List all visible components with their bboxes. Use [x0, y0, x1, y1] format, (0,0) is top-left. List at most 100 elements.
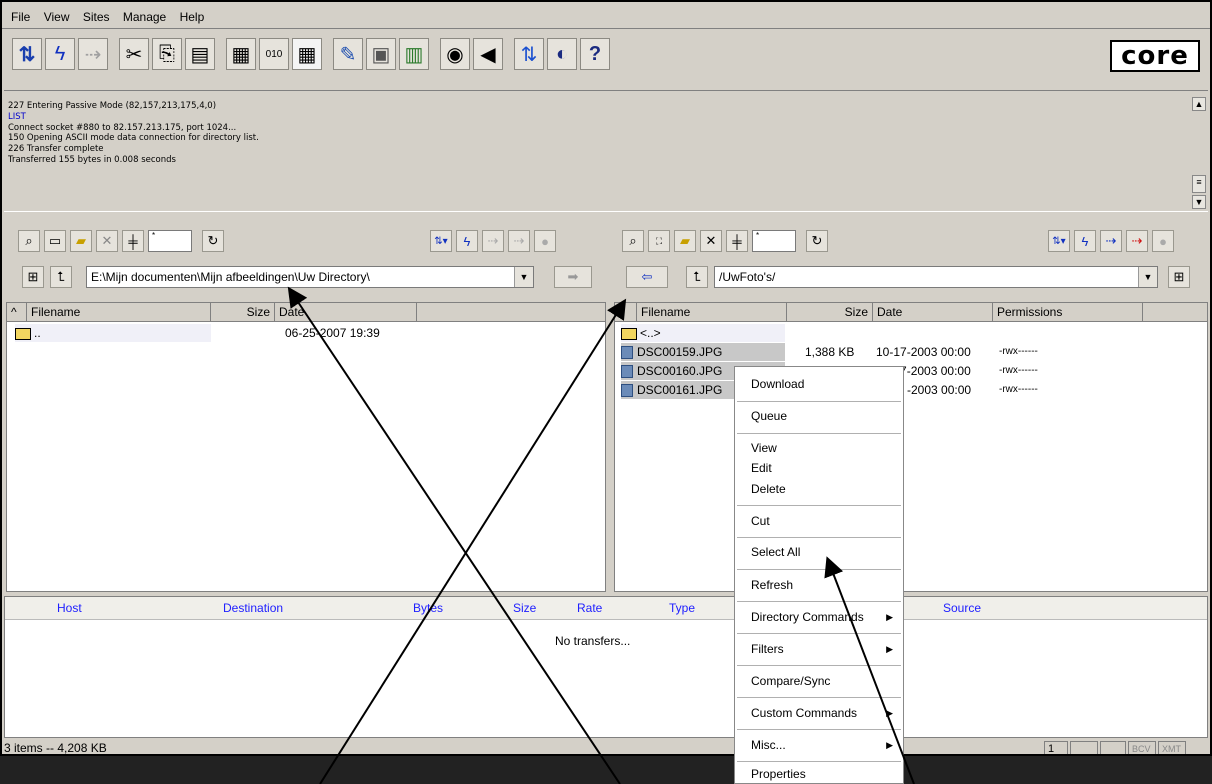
menu-view[interactable]: View — [39, 8, 75, 26]
remote-col-filename[interactable]: Filename — [637, 303, 787, 321]
download-icon[interactable]: ⇢ — [1100, 230, 1122, 252]
binary-mode-icon[interactable]: 010 — [259, 38, 289, 70]
help-icon[interactable]: ? — [580, 38, 610, 70]
submenu-arrow-icon: ▶ — [886, 740, 893, 750]
remote-col-date[interactable]: Date — [873, 303, 993, 321]
local-col-date[interactable]: Date — [275, 303, 417, 321]
view-icon[interactable]: ◉ — [440, 38, 470, 70]
menu-item-download[interactable]: Download — [751, 377, 804, 391]
sound-icon[interactable]: ◀ — [473, 38, 503, 70]
upload-icon[interactable]: ⇢ — [482, 230, 504, 252]
find-icon[interactable]: ⌕ — [622, 230, 644, 252]
remote-path-input[interactable]: /UwFoto's/ ▼ — [714, 266, 1158, 288]
local-up-folder-icon[interactable]: ⮤ — [50, 266, 72, 288]
remote-file-list[interactable]: ^ Filename Size Date Permissions <..> DS… — [614, 302, 1208, 592]
tq-col-bytes[interactable]: Bytes — [413, 601, 443, 615]
menu-item-queue[interactable]: Queue — [751, 409, 787, 423]
table-row[interactable]: .. — [15, 324, 211, 342]
options-icon[interactable]: ◐ — [547, 38, 577, 70]
folder-icon — [621, 327, 637, 340]
site-manager-icon[interactable]: ✎ — [333, 38, 363, 70]
quick-transfer-icon[interactable]: ϟ — [1074, 230, 1096, 252]
plus-icon[interactable]: ╪ — [726, 230, 748, 252]
transfer-queue[interactable]: Host Destination Bytes Size Rate Type So… — [4, 596, 1208, 738]
view-file-icon[interactable]: ▭ — [44, 230, 66, 252]
scroll-up-icon[interactable]: ▲ — [1192, 97, 1206, 111]
local-path-input[interactable]: E:\Mijn documenten\Mijn afbeeldingen\Uw … — [86, 266, 534, 288]
menu-manage[interactable]: Manage — [118, 8, 171, 26]
schedule-icon[interactable]: ▣ — [366, 38, 396, 70]
menu-item-edit[interactable]: Edit — [751, 461, 772, 475]
upload-all-icon[interactable]: ⇢ — [508, 230, 530, 252]
remote-tree-icon[interactable]: ⊞ — [1168, 266, 1190, 288]
tq-col-rate[interactable]: Rate — [577, 601, 602, 615]
quick-transfer-icon[interactable]: ϟ — [456, 230, 478, 252]
new-folder-icon[interactable]: ▰ — [674, 230, 696, 252]
tq-col-host[interactable]: Host — [57, 601, 82, 615]
remote-row-name: <..> — [640, 326, 661, 340]
local-tree-icon[interactable]: ⊞ — [22, 266, 44, 288]
scroll-thumb[interactable]: ≡ — [1192, 175, 1206, 193]
remote-col-permissions[interactable]: Permissions — [993, 303, 1143, 321]
delete-icon[interactable]: ✕ — [96, 230, 118, 252]
remote-up-folder-icon[interactable]: ⮤ — [686, 266, 708, 288]
tq-col-type[interactable]: Type — [669, 601, 695, 615]
transfer-mode-icon[interactable]: ⇅▾ — [1048, 230, 1070, 252]
paste-icon[interactable]: ▤ — [185, 38, 215, 70]
stop-icon[interactable]: ● — [534, 230, 556, 252]
menu-item-directory-commands[interactable]: Directory Commands — [751, 610, 864, 624]
chevron-down-icon[interactable]: ▼ — [514, 267, 533, 287]
stop-icon[interactable]: ● — [1152, 230, 1174, 252]
menu-file[interactable]: File — [6, 8, 35, 26]
menu-item-cut[interactable]: Cut — [751, 514, 770, 528]
back-arrow-icon[interactable]: ⇦ — [626, 266, 668, 288]
tq-col-destination[interactable]: Destination — [223, 601, 283, 615]
new-folder-icon[interactable]: ▰ — [70, 230, 92, 252]
local-filter-input[interactable]: * — [148, 230, 192, 252]
sort-up-icon[interactable]: ^ — [615, 303, 637, 321]
local-col-filename[interactable]: Filename — [27, 303, 211, 321]
table-row[interactable]: <..> — [621, 324, 785, 342]
menu-item-compare-sync[interactable]: Compare/Sync — [751, 674, 830, 688]
tq-col-size[interactable]: Size — [513, 601, 536, 615]
log-scrollbar[interactable]: ▲ ≡ ▼ — [1192, 97, 1206, 209]
ascii-mode-icon[interactable]: ▦ — [226, 38, 256, 70]
copy-icon[interactable]: ⎘ — [152, 38, 182, 70]
disconnect-icon[interactable]: ⇢ — [78, 38, 108, 70]
download-all-icon[interactable]: ⇢ — [1126, 230, 1148, 252]
tq-col-source[interactable]: Source — [943, 601, 981, 615]
menu-item-view[interactable]: View — [751, 441, 777, 455]
table-row[interactable]: DSC00159.JPG — [621, 343, 785, 361]
resize-icon[interactable]: ⛶ — [648, 230, 670, 252]
find-icon[interactable]: ⌕ — [18, 230, 40, 252]
go-arrow-icon[interactable]: ➡ — [554, 266, 592, 288]
menu-item-misc[interactable]: Misc... — [751, 738, 786, 752]
local-col-size[interactable]: Size — [211, 303, 275, 321]
delete-icon[interactable]: ✕ — [700, 230, 722, 252]
sort-up-icon[interactable]: ^ — [7, 303, 27, 321]
menu-item-refresh[interactable]: Refresh — [751, 578, 793, 592]
menu-item-select-all[interactable]: Select All — [751, 545, 800, 559]
quick-connect-icon[interactable]: ϟ — [45, 38, 75, 70]
transfer-queue-icon[interactable]: ▥ — [399, 38, 429, 70]
connect-icon[interactable]: ⇅ — [12, 38, 42, 70]
menu-item-filters[interactable]: Filters — [751, 642, 784, 656]
sync-icon[interactable]: ⇅ — [514, 38, 544, 70]
menu-item-delete[interactable]: Delete — [751, 482, 786, 496]
cut-icon[interactable]: ✂ — [119, 38, 149, 70]
menu-item-properties[interactable]: Properties — [751, 767, 806, 781]
menu-sites[interactable]: Sites — [78, 8, 115, 26]
remote-filter-input[interactable]: * — [752, 230, 796, 252]
refresh-icon[interactable]: ↻ — [806, 230, 828, 252]
chevron-down-icon[interactable]: ▼ — [1138, 267, 1157, 287]
auto-mode-icon[interactable]: ▦ — [292, 38, 322, 70]
refresh-icon[interactable]: ↻ — [202, 230, 224, 252]
menu-item-custom-commands[interactable]: Custom Commands — [751, 706, 857, 720]
plus-icon[interactable]: ╪ — [122, 230, 144, 252]
local-header: ^ Filename Size Date — [7, 303, 605, 322]
scroll-down-icon[interactable]: ▼ — [1192, 195, 1206, 209]
remote-col-size[interactable]: Size — [787, 303, 873, 321]
transfer-mode-icon[interactable]: ⇅▾ — [430, 230, 452, 252]
local-file-list[interactable]: ^ Filename Size Date .. 06-25-2007 19:39 — [6, 302, 606, 592]
menu-help[interactable]: Help — [175, 8, 210, 26]
